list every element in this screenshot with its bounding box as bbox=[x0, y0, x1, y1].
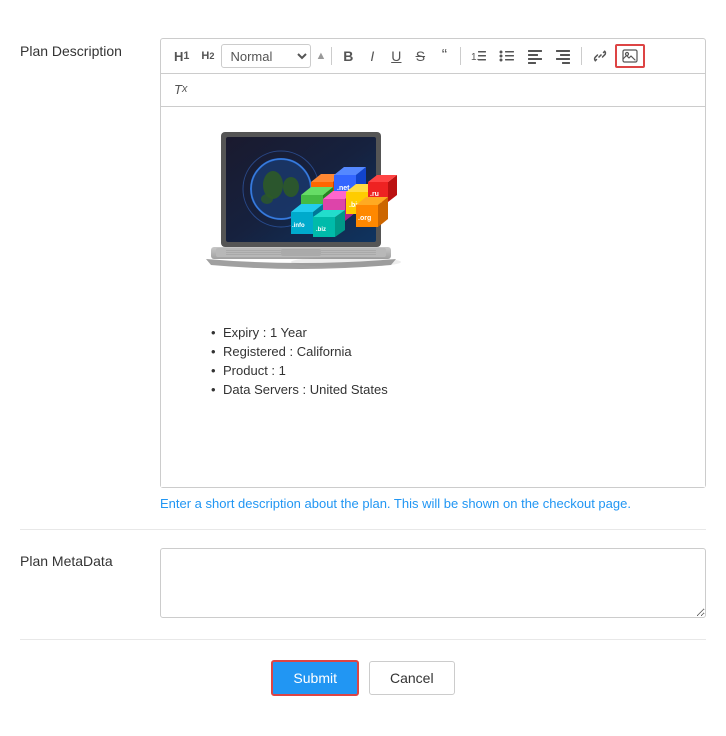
svg-text:.org: .org bbox=[358, 215, 371, 222]
toolbar-separator-1 bbox=[331, 47, 332, 65]
plan-description-row: Plan Description H1 H2 Normal Heading 1 … bbox=[20, 20, 706, 530]
editor-image-container: .com .net bbox=[191, 127, 675, 305]
ordered-list-icon: 1. bbox=[471, 48, 487, 64]
hint-text-highlight: This will be shown on the checkout page. bbox=[391, 496, 631, 511]
editor-wrapper: H1 H2 Normal Heading 1 Heading 2 Heading… bbox=[160, 38, 706, 488]
align-right-icon bbox=[555, 48, 571, 64]
ordered-list-button[interactable]: 1. bbox=[466, 44, 492, 68]
svg-text:.ru: .ru bbox=[370, 191, 379, 198]
cancel-button[interactable]: Cancel bbox=[369, 661, 455, 695]
link-button[interactable] bbox=[587, 44, 613, 68]
unordered-list-button[interactable] bbox=[494, 44, 520, 68]
unordered-list-icon bbox=[499, 48, 515, 64]
blockquote-button[interactable]: “ bbox=[433, 44, 455, 68]
editor-toolbar: H1 H2 Normal Heading 1 Heading 2 Heading… bbox=[161, 39, 705, 74]
toolbar-separator-2 bbox=[460, 47, 461, 65]
bullet-list: Expiry : 1 Year Registered : California … bbox=[211, 325, 675, 397]
link-icon bbox=[592, 48, 608, 64]
toolbar-row2: Tx bbox=[161, 74, 705, 107]
plan-description-label: Plan Description bbox=[20, 38, 160, 62]
toolbar-separator-3 bbox=[581, 47, 582, 65]
image-icon bbox=[622, 48, 638, 64]
underline-button[interactable]: U bbox=[385, 44, 407, 68]
clear-format-button[interactable]: Tx bbox=[169, 77, 192, 101]
plan-metadata-row: Plan MetaData bbox=[20, 530, 706, 640]
hint-text-before: Enter a short description about the plan… bbox=[160, 496, 391, 511]
bullet-item-4: Data Servers : United States bbox=[211, 382, 675, 397]
submit-button[interactable]: Submit bbox=[271, 660, 359, 696]
plan-metadata-input[interactable] bbox=[160, 548, 706, 618]
bold-button[interactable]: B bbox=[337, 44, 359, 68]
strikethrough-button[interactable]: S bbox=[409, 44, 431, 68]
align-right-button[interactable] bbox=[550, 44, 576, 68]
plan-metadata-label: Plan MetaData bbox=[20, 548, 160, 572]
h1-button[interactable]: H1 bbox=[169, 44, 194, 68]
svg-text:.info: .info bbox=[292, 223, 305, 229]
align-left-button[interactable] bbox=[522, 44, 548, 68]
svg-text:.biz: .biz bbox=[316, 227, 326, 233]
editor-body[interactable]: .com .net bbox=[161, 107, 705, 487]
bullet-item-1: Expiry : 1 Year bbox=[211, 325, 675, 340]
align-left-icon bbox=[527, 48, 543, 64]
bullet-item-2: Registered : California bbox=[211, 344, 675, 359]
plan-description-content: H1 H2 Normal Heading 1 Heading 2 Heading… bbox=[160, 38, 706, 511]
bullet-item-3: Product : 1 bbox=[211, 363, 675, 378]
form-section: Plan Description H1 H2 Normal Heading 1 … bbox=[20, 20, 706, 716]
h2-button[interactable]: H2 bbox=[196, 44, 219, 68]
submit-row: Submit Cancel bbox=[20, 640, 706, 716]
format-select[interactable]: Normal Heading 1 Heading 2 Heading 3 bbox=[221, 44, 311, 68]
plan-metadata-content bbox=[160, 548, 706, 621]
image-button[interactable] bbox=[615, 44, 645, 68]
select-arrow-icon: ▲ bbox=[315, 50, 326, 62]
domain-laptop-image: .com .net bbox=[191, 127, 411, 302]
svg-text:1.: 1. bbox=[471, 52, 479, 63]
italic-button[interactable]: I bbox=[361, 44, 383, 68]
editor-hint: Enter a short description about the plan… bbox=[160, 496, 706, 511]
